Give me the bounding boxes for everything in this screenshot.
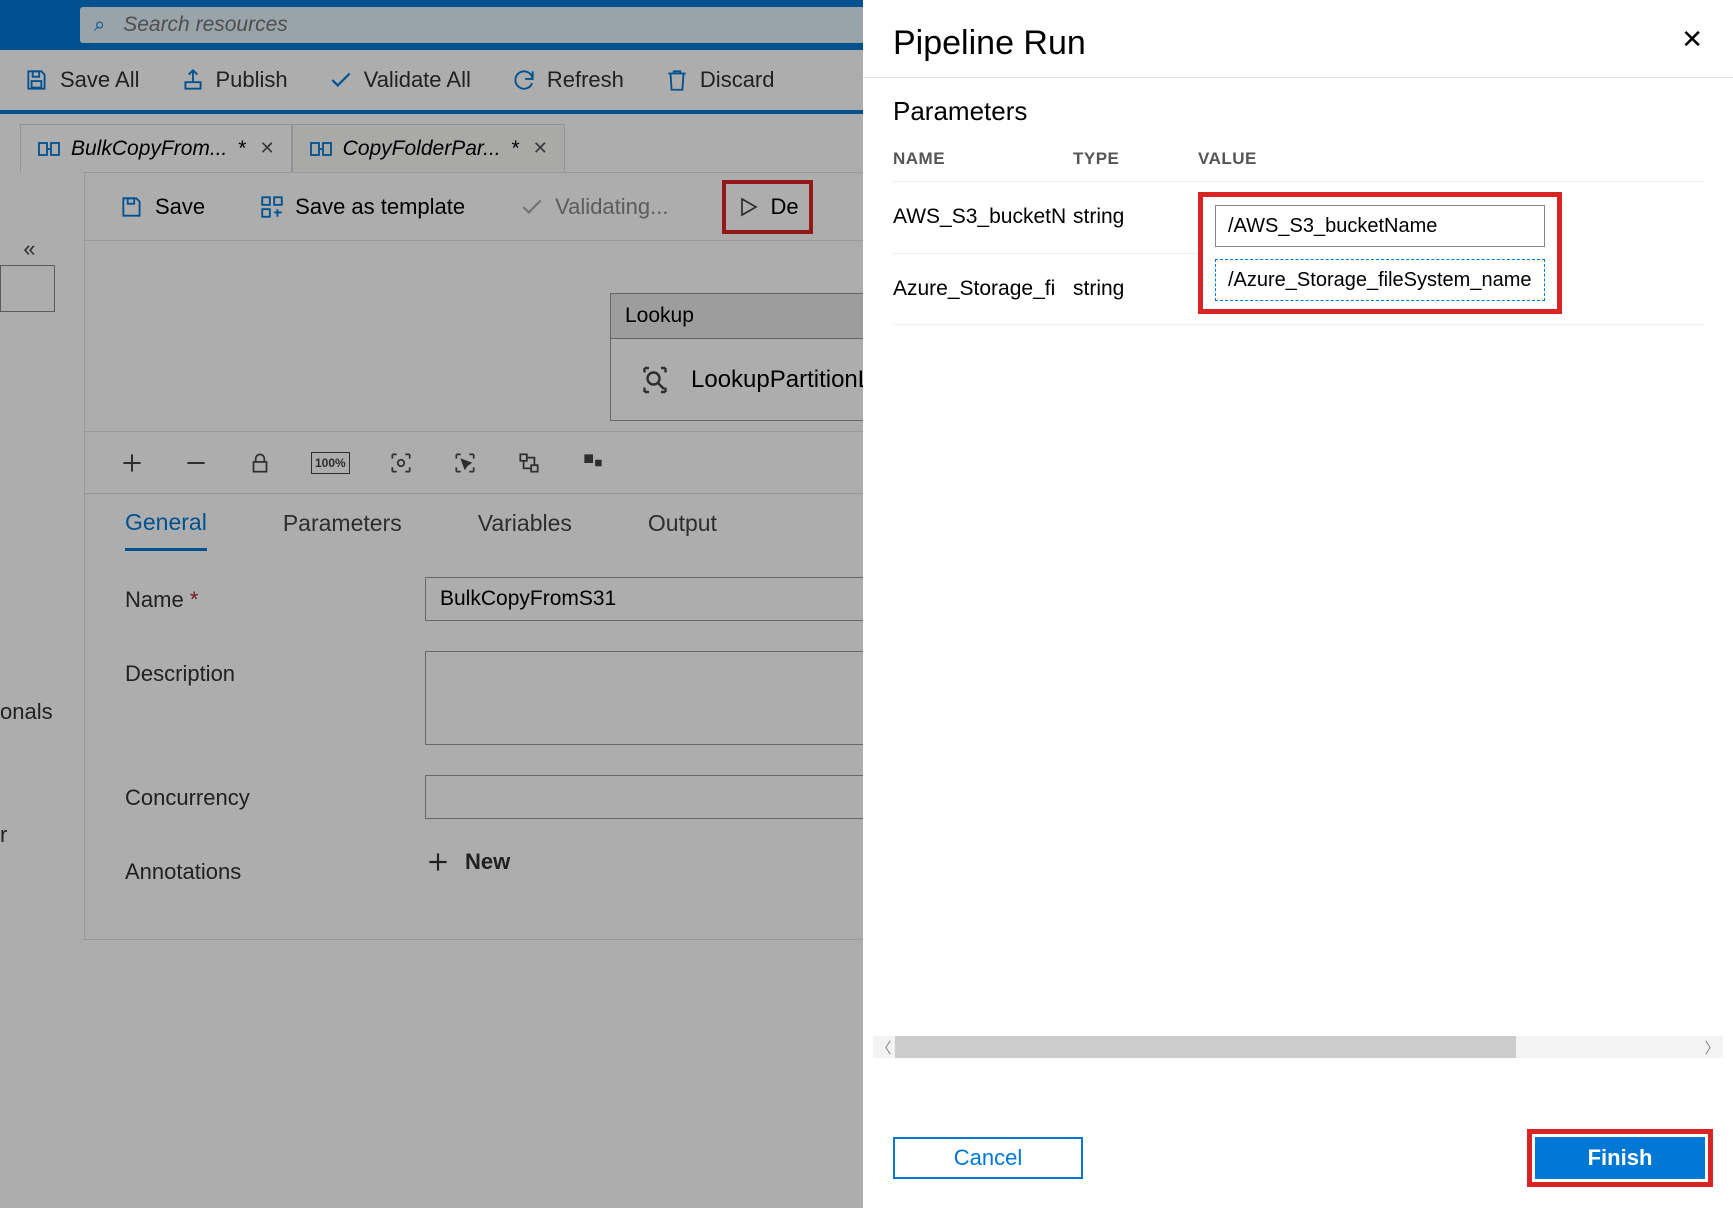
scroll-track[interactable] — [895, 1036, 1701, 1058]
finish-highlight: Finish — [1527, 1129, 1713, 1187]
pipeline-run-panel: Pipeline Run ✕ Parameters NAME TYPE VALU… — [863, 0, 1733, 1208]
parameters-table: NAME TYPE VALUE AWS_S3_bucketN string — [863, 129, 1733, 326]
col-type: TYPE — [1073, 137, 1198, 182]
close-icon[interactable]: ✕ — [1681, 24, 1703, 55]
col-name: NAME — [893, 137, 1073, 182]
param-value-input-2[interactable] — [1215, 259, 1545, 301]
col-value: VALUE — [1198, 137, 1703, 182]
horizontal-scrollbar[interactable]: 〈 〉 — [873, 1036, 1723, 1058]
panel-title: Pipeline Run — [893, 24, 1086, 63]
param-type: string — [1073, 253, 1198, 325]
param-type: string — [1073, 182, 1198, 254]
scroll-right-icon[interactable]: 〉 — [1701, 1037, 1723, 1058]
scroll-thumb[interactable] — [895, 1036, 1516, 1058]
scroll-left-icon[interactable]: 〈 — [873, 1037, 895, 1058]
cancel-button[interactable]: Cancel — [893, 1137, 1083, 1179]
panel-header: Pipeline Run ✕ — [863, 0, 1733, 78]
param-name: AWS_S3_bucketN — [893, 182, 1073, 254]
finish-button[interactable]: Finish — [1535, 1137, 1705, 1179]
param-row: AWS_S3_bucketN string — [893, 182, 1703, 254]
param-value-input-1[interactable] — [1215, 205, 1545, 247]
parameters-heading: Parameters — [863, 78, 1733, 129]
value-highlight — [1198, 192, 1562, 314]
param-name: Azure_Storage_fi — [893, 253, 1073, 325]
panel-footer: Cancel Finish — [863, 1108, 1733, 1208]
